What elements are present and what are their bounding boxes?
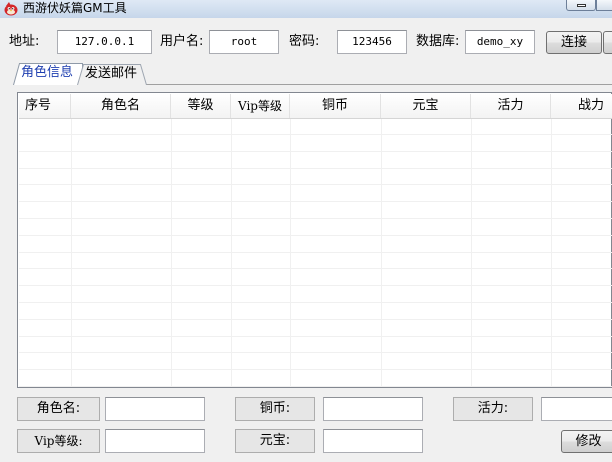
window-title: 西游伏妖篇GM工具 — [23, 1, 127, 15]
table-row[interactable] — [19, 237, 612, 253]
table-row[interactable] — [19, 321, 612, 337]
col-header-level[interactable]: 等级 — [171, 94, 231, 118]
table-row[interactable] — [19, 136, 612, 152]
vitality-label: 活力: — [453, 397, 533, 421]
tab-send-mail-label: 发送邮件 — [85, 66, 138, 81]
tab-role-info[interactable]: 角色信息 — [13, 63, 83, 85]
table-row[interactable] — [19, 304, 612, 320]
username-input[interactable]: root — [209, 30, 279, 54]
col-header-vitality[interactable]: 活力 — [471, 94, 551, 118]
vip-level-label: Vip等级: — [17, 429, 100, 453]
table-row[interactable] — [19, 371, 612, 387]
copper-label: 铜币: — [235, 397, 315, 421]
app-bird-icon — [4, 2, 18, 16]
col-header-power[interactable]: 战力 — [551, 94, 612, 118]
col-header-vip-level[interactable]: Vip等级 — [231, 94, 290, 118]
table-row[interactable] — [19, 153, 612, 169]
table-row[interactable] — [19, 119, 612, 135]
col-header-index[interactable]: 序号 — [19, 94, 71, 118]
table-row[interactable] — [19, 203, 612, 219]
yuanbao-input[interactable] — [323, 429, 423, 453]
table-row[interactable] — [19, 220, 612, 236]
password-label: 密码: — [289, 34, 320, 49]
table-row[interactable] — [19, 169, 612, 186]
table-row[interactable] — [19, 186, 612, 203]
role-name-label: 角色名: — [17, 397, 100, 421]
minimize-button[interactable] — [566, 0, 596, 11]
address-label: 地址: — [9, 34, 40, 49]
secondary-button-cut[interactable] — [603, 31, 612, 54]
tab-role-info-label: 角色信息 — [21, 65, 74, 80]
password-input[interactable]: 123456 — [337, 30, 407, 54]
maximize-button[interactable] — [596, 0, 612, 11]
modify-button[interactable]: 修改 — [561, 430, 612, 453]
tab-send-mail[interactable]: 发送邮件 — [77, 64, 147, 85]
connect-button[interactable]: 连接 — [546, 31, 602, 54]
table-row[interactable] — [19, 287, 612, 303]
table-header: 序号 角色名 等级 Vip等级 铜币 元宝 活力 战力 — [19, 94, 612, 119]
col-header-role-name[interactable]: 角色名 — [71, 94, 171, 118]
table-row[interactable] — [19, 354, 612, 371]
role-name-input[interactable] — [105, 397, 205, 421]
col-header-copper[interactable]: 铜币 — [290, 94, 381, 118]
table-row[interactable] — [19, 253, 612, 270]
address-input[interactable]: 127.0.0.1 — [57, 30, 152, 54]
username-label: 用户名: — [160, 34, 204, 49]
col-header-yuanbao[interactable]: 元宝 — [381, 94, 471, 118]
table-row[interactable] — [19, 270, 612, 287]
title-bar[interactable]: 西游伏妖篇GM工具 — [0, 0, 612, 18]
database-label: 数据库: — [416, 34, 460, 49]
app-window: 西游伏妖篇GM工具 地址: 127.0.0.1 用户名: root 密码: 12… — [0, 0, 612, 462]
minimize-icon — [577, 4, 586, 7]
yuanbao-label: 元宝: — [235, 429, 315, 453]
table-row[interactable] — [19, 337, 612, 354]
copper-input[interactable] — [323, 397, 423, 421]
vip-level-input[interactable] — [105, 429, 205, 453]
vitality-input[interactable] — [541, 397, 612, 421]
database-input[interactable]: demo_xy — [465, 30, 535, 54]
role-table[interactable]: 序号 角色名 等级 Vip等级 铜币 元宝 活力 战力 — [17, 92, 612, 388]
